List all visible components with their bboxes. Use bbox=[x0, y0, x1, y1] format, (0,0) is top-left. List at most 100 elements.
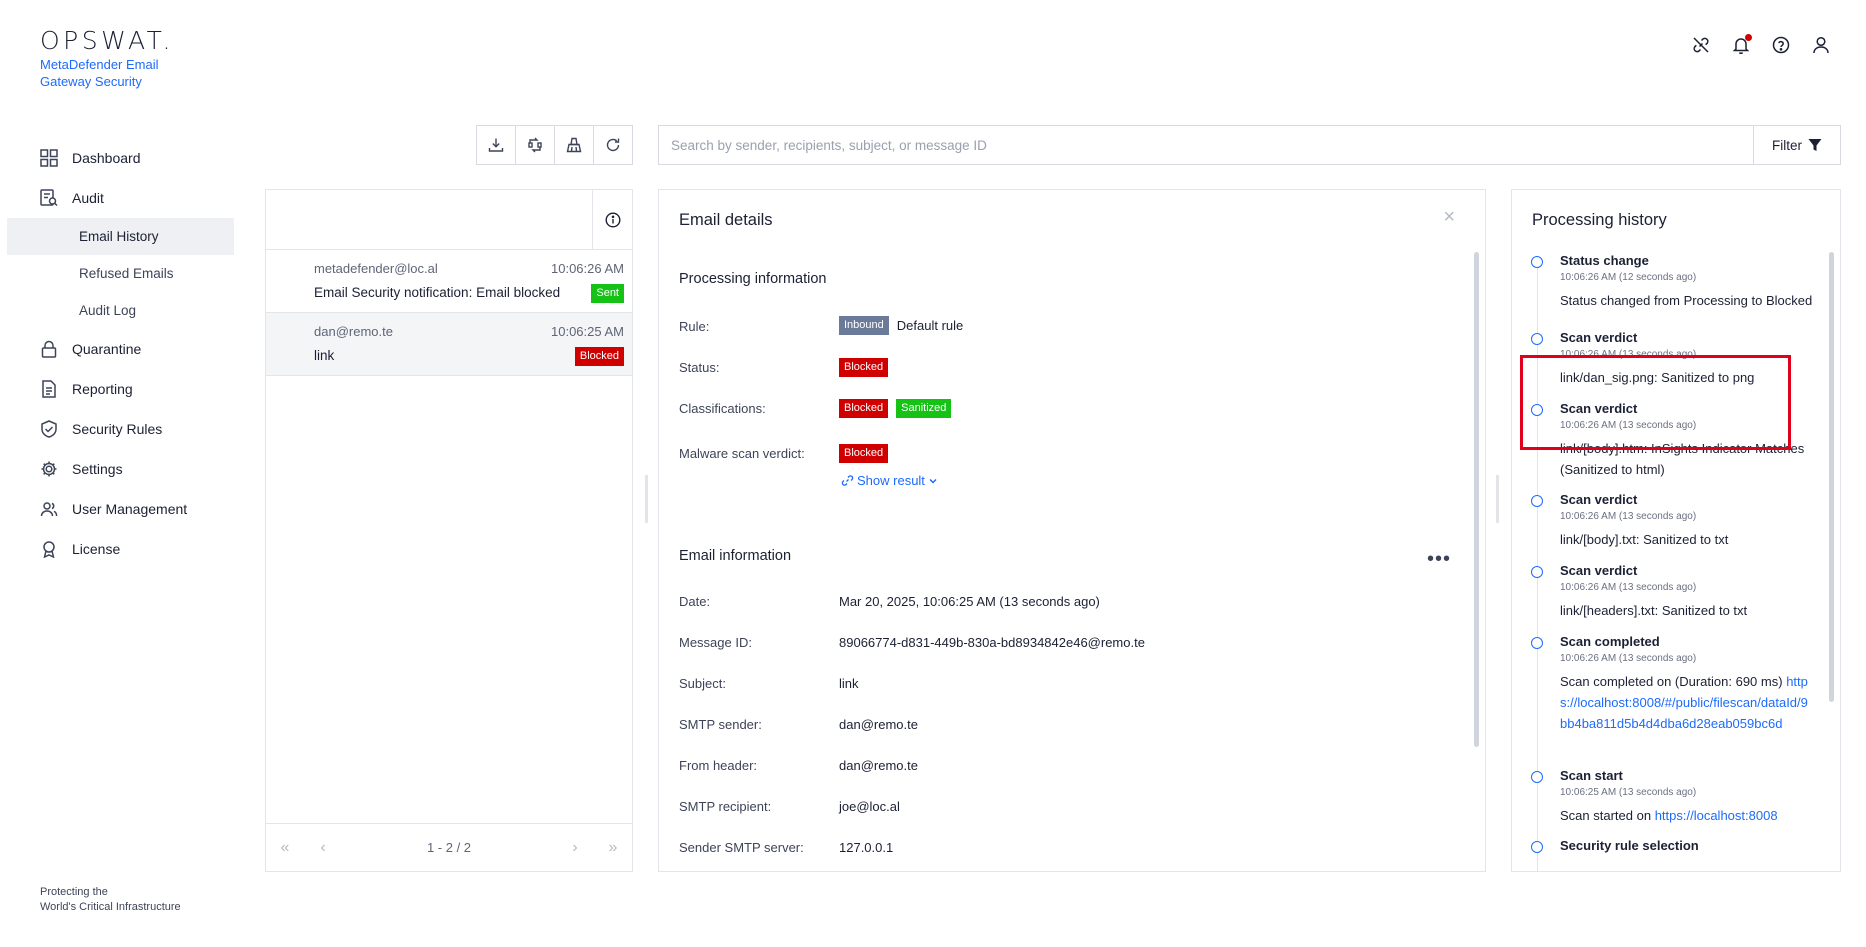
history-item-title: Scan verdict bbox=[1560, 330, 1638, 345]
shield-check-icon bbox=[40, 420, 58, 438]
chevron-down-icon bbox=[929, 478, 937, 484]
refresh-button[interactable] bbox=[594, 126, 632, 164]
history-item-text: link/[headers].txt: Sanitized to txt bbox=[1560, 603, 1748, 618]
email-list-item-selected[interactable]: dan@remo.te 10:06:25 AM link Blocked bbox=[266, 313, 632, 376]
history-scroll-thumb[interactable] bbox=[1829, 252, 1834, 702]
nav-item-audit-log[interactable]: Audit Log bbox=[7, 292, 234, 329]
main-nav: Dashboard Audit Email History Refused Em… bbox=[0, 138, 234, 569]
email-subject: Email Security notification: Email block… bbox=[314, 285, 561, 300]
processing-info-title: Processing information bbox=[679, 271, 827, 287]
nav-item-dashboard[interactable]: Dashboard bbox=[0, 138, 234, 178]
email-details-panel: Email details × Processing information R… bbox=[658, 189, 1486, 872]
nav-item-reporting[interactable]: Reporting bbox=[0, 369, 234, 409]
history-item-title: Scan verdict bbox=[1560, 563, 1638, 578]
rule-value: Inbound Default rule bbox=[839, 316, 963, 335]
search-bar: Filter bbox=[658, 125, 1841, 165]
download-icon bbox=[488, 138, 504, 152]
subject-label: Subject: bbox=[679, 676, 726, 691]
history-item-title: Scan start bbox=[1560, 768, 1623, 783]
next-page-button[interactable]: › bbox=[556, 839, 594, 857]
nav-label-security-rules: Security Rules bbox=[72, 421, 163, 437]
history-item-time: 10:06:26 AM (13 seconds ago) bbox=[1560, 582, 1697, 593]
status-value: Blocked bbox=[839, 358, 889, 377]
history-scrollbar[interactable] bbox=[1829, 252, 1834, 862]
info-button[interactable] bbox=[592, 190, 632, 250]
status-badge-sent: Sent bbox=[591, 284, 624, 303]
download-button[interactable] bbox=[477, 126, 516, 164]
from-header-label: From header: bbox=[679, 758, 758, 773]
rescan-button[interactable] bbox=[516, 126, 555, 164]
panel-resize-handle[interactable] bbox=[645, 475, 648, 523]
date-label: Date: bbox=[679, 594, 711, 609]
email-list-item[interactable]: metadefender@loc.al 10:06:26 AM Email Se… bbox=[266, 250, 632, 313]
history-item-time: 10:06:26 AM (13 seconds ago) bbox=[1560, 511, 1697, 522]
history-item-text-prefix: Scan started on bbox=[1560, 808, 1652, 823]
history-title: Processing history bbox=[1532, 211, 1667, 229]
status-badge: Blocked bbox=[839, 358, 889, 377]
malware-badge: Blocked bbox=[839, 444, 889, 463]
nav-label-quarantine: Quarantine bbox=[72, 341, 142, 357]
lock-icon bbox=[40, 340, 58, 358]
status-label: Status: bbox=[679, 360, 720, 375]
sync-icon bbox=[528, 137, 542, 153]
more-options-icon[interactable]: ••• bbox=[1427, 548, 1451, 571]
users-icon bbox=[40, 500, 58, 518]
cleanup-button[interactable] bbox=[555, 126, 594, 164]
filter-label: Filter bbox=[1772, 137, 1802, 153]
broom-icon bbox=[566, 137, 582, 153]
localhost-link[interactable]: https://localhost:8008 bbox=[1655, 808, 1778, 823]
nav-item-audit[interactable]: Audit bbox=[0, 178, 234, 218]
info-icon bbox=[604, 212, 621, 228]
nav-item-settings[interactable]: Settings bbox=[0, 449, 234, 489]
filter-button[interactable]: Filter bbox=[1753, 126, 1840, 164]
nav-label-audit: Audit bbox=[72, 190, 104, 206]
nav-item-user-management[interactable]: User Management bbox=[0, 489, 234, 529]
dashboard-icon bbox=[40, 149, 58, 167]
email-time: 10:06:26 AM bbox=[551, 261, 624, 276]
processing-history-panel: Processing history Status change 10:06:2… bbox=[1511, 189, 1841, 872]
last-page-button[interactable]: » bbox=[594, 839, 632, 857]
show-result-link[interactable]: Show result bbox=[841, 473, 938, 488]
message-id-label: Message ID: bbox=[679, 635, 752, 650]
smtp-sender-label: SMTP sender: bbox=[679, 717, 762, 732]
prev-page-button[interactable]: ‹ bbox=[304, 839, 342, 857]
tagline-line-1: Protecting the bbox=[40, 886, 108, 898]
search-input[interactable] bbox=[659, 126, 1753, 164]
bell-icon[interactable] bbox=[1732, 34, 1752, 54]
timeline-dot bbox=[1531, 333, 1543, 345]
help-icon[interactable] bbox=[1772, 36, 1790, 54]
history-item-time: 10:06:26 AM (13 seconds ago) bbox=[1560, 653, 1697, 664]
show-result-label: Show result bbox=[857, 473, 925, 488]
message-id-value: 89066774-d831-449b-830a-bd8934842e46@rem… bbox=[839, 635, 1145, 650]
nav-item-security-rules[interactable]: Security Rules bbox=[0, 409, 234, 449]
details-scrollbar[interactable] bbox=[1474, 252, 1479, 865]
details-scroll-thumb[interactable] bbox=[1474, 252, 1479, 747]
classifications-label: Classifications: bbox=[679, 401, 766, 416]
timeline-dot bbox=[1531, 566, 1543, 578]
nav-item-refused-emails[interactable]: Refused Emails bbox=[7, 255, 234, 292]
classification-badge: Sanitized bbox=[896, 399, 952, 418]
subject-value: link bbox=[839, 676, 859, 691]
malware-verdict-label: Malware scan verdict: bbox=[679, 446, 805, 461]
opswat-logo[interactable]: OPSWAT. bbox=[40, 26, 174, 55]
history-item-text: Scan completed on (Duration: 690 ms) htt… bbox=[1560, 671, 1815, 734]
date-value: Mar 20, 2025, 10:06:25 AM (13 seconds ag… bbox=[839, 594, 1100, 609]
smtp-recipient-value: joe@loc.al bbox=[839, 799, 900, 814]
first-page-button[interactable]: « bbox=[266, 839, 304, 857]
history-item-time: 10:06:25 AM (13 seconds ago) bbox=[1560, 787, 1697, 798]
email-info-title: Email information bbox=[679, 548, 792, 564]
nav-item-email-history[interactable]: Email History bbox=[7, 218, 234, 255]
email-subject: link bbox=[314, 348, 335, 363]
nav-item-license[interactable]: License bbox=[0, 529, 234, 569]
nav-item-quarantine[interactable]: Quarantine bbox=[0, 329, 234, 369]
close-icon[interactable]: × bbox=[1443, 206, 1455, 229]
unlink-icon[interactable] bbox=[1692, 36, 1710, 54]
history-item-text: link/[body].txt: Sanitized to txt bbox=[1560, 532, 1729, 547]
nav-label-dashboard: Dashboard bbox=[72, 150, 141, 166]
link-icon bbox=[841, 475, 854, 486]
tagline-line-2: World's Critical Infrastructure bbox=[40, 901, 181, 913]
details-title: Email details bbox=[679, 211, 773, 229]
user-icon[interactable] bbox=[1812, 36, 1830, 54]
panel-resize-handle[interactable] bbox=[1496, 475, 1499, 523]
email-sender: dan@remo.te bbox=[314, 324, 393, 339]
